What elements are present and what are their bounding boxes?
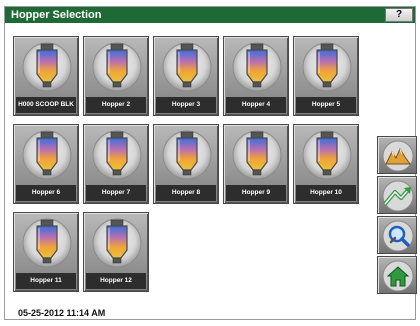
hopper-icon bbox=[162, 129, 212, 181]
hopper-button-4[interactable]: Hopper 4 bbox=[223, 36, 289, 116]
tools-button[interactable] bbox=[377, 216, 417, 254]
hopper-button-3[interactable]: Hopper 3 bbox=[153, 36, 219, 116]
hopper-button-7[interactable]: Hopper 7 bbox=[83, 124, 149, 204]
hopper-button-6[interactable]: Hopper 6 bbox=[13, 124, 79, 204]
hopper-icon bbox=[22, 41, 72, 93]
hopper-label: Hopper 7 bbox=[86, 185, 146, 201]
hopper-icon bbox=[92, 217, 142, 269]
hopper-label: Hopper 8 bbox=[156, 185, 216, 201]
hopper-grid: H000 SCOOP BLK Hopper 2 Hopper 3 Hopper … bbox=[13, 36, 373, 300]
hopper-label: Hopper 12 bbox=[86, 273, 146, 289]
hopper-button-5[interactable]: Hopper 5 bbox=[293, 36, 359, 116]
hopper-button-8[interactable]: Hopper 8 bbox=[153, 124, 219, 204]
hopper-button-10[interactable]: Hopper 10 bbox=[293, 124, 359, 204]
hopper-label: Hopper 2 bbox=[86, 97, 146, 113]
hopper-icon bbox=[22, 217, 72, 269]
status-datetime: 05-25-2012 11:14 AM bbox=[18, 308, 106, 318]
window-title: Hopper Selection bbox=[11, 9, 102, 21]
hopper-label: H000 SCOOP BLK bbox=[16, 97, 76, 113]
hopper-icon bbox=[232, 41, 282, 93]
hopper-icon bbox=[302, 41, 352, 93]
title-bar: Hopper Selection ? bbox=[5, 7, 415, 23]
hopper-label: Hopper 6 bbox=[16, 185, 76, 201]
hopper-button-12[interactable]: Hopper 12 bbox=[83, 212, 149, 292]
hopper-button-1[interactable]: H000 SCOOP BLK bbox=[13, 36, 79, 116]
home-button[interactable] bbox=[377, 256, 417, 294]
hopper-label: Hopper 3 bbox=[156, 97, 216, 113]
hopper-button-9[interactable]: Hopper 9 bbox=[223, 124, 289, 204]
trend-button[interactable] bbox=[377, 176, 417, 214]
help-button[interactable]: ? bbox=[385, 8, 413, 22]
hopper-icon bbox=[302, 129, 352, 181]
hopper-label: Hopper 4 bbox=[226, 97, 286, 113]
material-pile-icon bbox=[382, 140, 414, 172]
hopper-label: Hopper 11 bbox=[16, 273, 76, 289]
trend-arrows-icon bbox=[382, 180, 414, 212]
hopper-label: Hopper 9 bbox=[226, 185, 286, 201]
hopper-icon bbox=[22, 129, 72, 181]
home-icon bbox=[382, 260, 414, 292]
hopper-label: Hopper 10 bbox=[296, 185, 356, 201]
hopper-button-11[interactable]: Hopper 11 bbox=[13, 212, 79, 292]
material-button[interactable] bbox=[377, 136, 417, 174]
hopper-icon bbox=[162, 41, 212, 93]
hopper-icon bbox=[92, 41, 142, 93]
wrench-magnifier-icon bbox=[382, 220, 414, 252]
hopper-label: Hopper 5 bbox=[296, 97, 356, 113]
hopper-button-2[interactable]: Hopper 2 bbox=[83, 36, 149, 116]
hopper-icon bbox=[92, 129, 142, 181]
hopper-icon bbox=[232, 129, 282, 181]
